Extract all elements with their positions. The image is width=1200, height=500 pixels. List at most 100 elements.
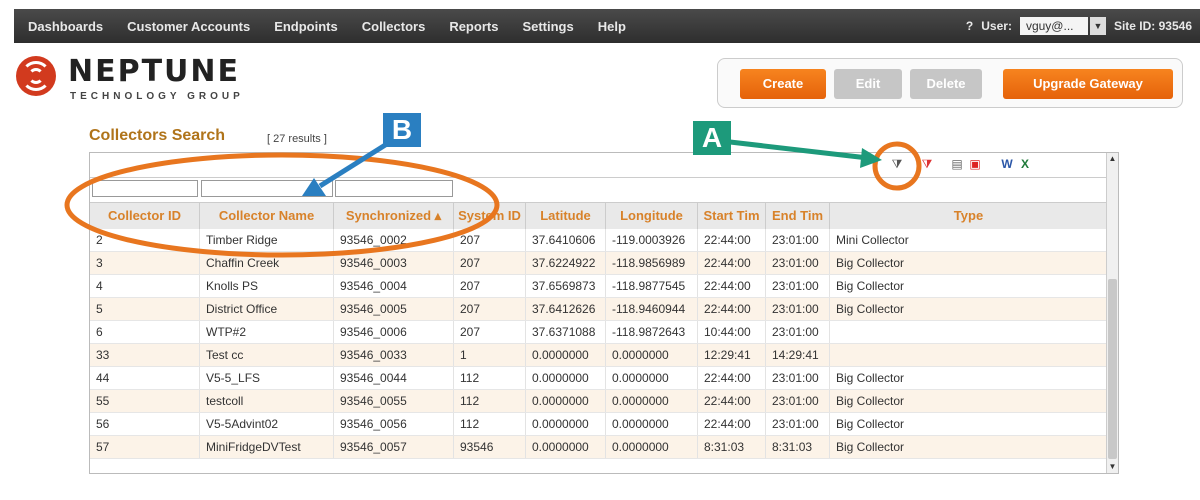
- nav-settings[interactable]: Settings: [522, 19, 573, 34]
- cell-system-id: 207: [454, 229, 526, 251]
- top-nav: Dashboards Customer Accounts Endpoints C…: [14, 9, 1200, 43]
- cell-system-id: 112: [454, 390, 526, 412]
- col-collector-name[interactable]: Collector Name: [200, 203, 334, 229]
- table-row[interactable]: 33 Test cc 93546_0033 1 0.0000000 0.0000…: [90, 344, 1108, 367]
- cell-start-time: 22:44:00: [698, 413, 766, 435]
- cell-longitude: -118.9872643: [606, 321, 698, 343]
- table-row[interactable]: 3 Chaffin Creek 93546_0003 207 37.622492…: [90, 252, 1108, 275]
- create-button[interactable]: Create: [740, 69, 826, 99]
- table-row[interactable]: 56 V5-5Advint02 93546_0056 112 0.0000000…: [90, 413, 1108, 436]
- cell-latitude: 0.0000000: [526, 413, 606, 435]
- cell-longitude: 0.0000000: [606, 390, 698, 412]
- filter-collector-id[interactable]: [92, 180, 198, 197]
- scroll-up-icon[interactable]: ▲: [1107, 153, 1118, 165]
- col-longitude[interactable]: Longitude: [606, 203, 698, 229]
- nav-reports[interactable]: Reports: [449, 19, 498, 34]
- scroll-thumb[interactable]: [1108, 279, 1117, 459]
- cell-synchronized: 93546_0002: [334, 229, 454, 251]
- cell-start-time: 22:44:00: [698, 275, 766, 297]
- chevron-down-icon[interactable]: ▼: [1089, 17, 1106, 35]
- cell-collector-name: V5-5Advint02: [200, 413, 334, 435]
- cell-end-time: 23:01:00: [766, 321, 830, 343]
- grid-toolbar: ⧩ ⧩ ▤ ▣ W X: [90, 153, 1110, 178]
- edit-button[interactable]: Edit: [834, 69, 902, 99]
- upgrade-gateway-button[interactable]: Upgrade Gateway: [1003, 69, 1173, 99]
- excel-icon[interactable]: X: [1018, 157, 1032, 171]
- nav-endpoints[interactable]: Endpoints: [274, 19, 338, 34]
- cell-type: Big Collector: [830, 390, 1108, 412]
- cell-longitude: -118.9877545: [606, 275, 698, 297]
- help-icon[interactable]: ?: [966, 19, 973, 33]
- page-title: Collectors Search: [89, 127, 226, 144]
- table-row[interactable]: 5 District Office 93546_0005 207 37.6412…: [90, 298, 1108, 321]
- cell-collector-name: testcoll: [200, 390, 334, 412]
- vertical-scrollbar[interactable]: ▲ ▼: [1106, 153, 1118, 473]
- cell-collector-id: 33: [90, 344, 200, 366]
- cell-collector-name: Timber Ridge: [200, 229, 334, 251]
- cell-collector-id: 55: [90, 390, 200, 412]
- cell-latitude: 0.0000000: [526, 390, 606, 412]
- cell-collector-name: V5-5_LFS: [200, 367, 334, 389]
- cell-collector-name: WTP#2: [200, 321, 334, 343]
- filter-row: [90, 178, 1110, 200]
- cell-collector-id: 5: [90, 298, 200, 320]
- cell-type: Big Collector: [830, 436, 1108, 458]
- cell-longitude: -119.0003926: [606, 229, 698, 251]
- table-body: 2 Timber Ridge 93546_0002 207 37.6410606…: [90, 229, 1108, 459]
- nav-right: ? User: vguy@... ▼ Site ID: 93546: [966, 9, 1200, 43]
- cell-latitude: 0.0000000: [526, 344, 606, 366]
- cell-end-time: 23:01:00: [766, 298, 830, 320]
- table-header: Collector ID Collector Name Synchronized…: [90, 202, 1108, 230]
- pdf-icon[interactable]: ▣: [968, 157, 982, 171]
- col-end-time[interactable]: End Tim: [766, 203, 830, 229]
- cell-collector-name: Test cc: [200, 344, 334, 366]
- col-collector-id[interactable]: Collector ID: [90, 203, 200, 229]
- col-type[interactable]: Type: [830, 203, 1108, 229]
- table-row[interactable]: 57 MiniFridgeDVTest 93546_0057 93546 0.0…: [90, 436, 1108, 459]
- table-row[interactable]: 6 WTP#2 93546_0006 207 37.6371088 -118.9…: [90, 321, 1108, 344]
- cell-synchronized: 93546_0005: [334, 298, 454, 320]
- cell-latitude: 37.6412626: [526, 298, 606, 320]
- cell-system-id: 207: [454, 275, 526, 297]
- filter-synchronized[interactable]: [335, 180, 453, 197]
- cell-type: [830, 344, 1108, 366]
- user-select[interactable]: vguy@...: [1019, 17, 1088, 35]
- col-latitude[interactable]: Latitude: [526, 203, 606, 229]
- toolbar-icons: ⧩ ⧩ ▤ ▣ W X: [880, 157, 1110, 173]
- nav-customer-accounts[interactable]: Customer Accounts: [127, 19, 250, 34]
- cell-collector-name: MiniFridgeDVTest: [200, 436, 334, 458]
- table-row[interactable]: 4 Knolls PS 93546_0004 207 37.6569873 -1…: [90, 275, 1108, 298]
- cell-collector-id: 3: [90, 252, 200, 274]
- cell-system-id: 1: [454, 344, 526, 366]
- cell-start-time: 22:44:00: [698, 367, 766, 389]
- cell-start-time: 22:44:00: [698, 252, 766, 274]
- filter-icon[interactable]: ⧩: [890, 157, 904, 171]
- nav-dashboards[interactable]: Dashboards: [28, 19, 103, 34]
- print-icon[interactable]: ▤: [950, 157, 964, 171]
- delete-button[interactable]: Delete: [910, 69, 982, 99]
- cell-collector-id: 6: [90, 321, 200, 343]
- cell-collector-name: District Office: [200, 298, 334, 320]
- cell-type: Big Collector: [830, 367, 1108, 389]
- cell-collector-id: 57: [90, 436, 200, 458]
- cell-type: Big Collector: [830, 252, 1108, 274]
- cell-synchronized: 93546_0057: [334, 436, 454, 458]
- cell-system-id: 112: [454, 413, 526, 435]
- cell-longitude: 0.0000000: [606, 367, 698, 389]
- word-icon[interactable]: W: [1000, 157, 1014, 171]
- col-start-time[interactable]: Start Tim: [698, 203, 766, 229]
- col-system-id[interactable]: System ID: [454, 203, 526, 229]
- cell-latitude: 0.0000000: [526, 436, 606, 458]
- cell-type: Big Collector: [830, 275, 1108, 297]
- col-synchronized[interactable]: Synchronized ▴: [334, 203, 454, 229]
- filter-collector-name[interactable]: [201, 180, 333, 197]
- table-row[interactable]: 44 V5-5_LFS 93546_0044 112 0.0000000 0.0…: [90, 367, 1108, 390]
- nav-collectors[interactable]: Collectors: [362, 19, 426, 34]
- cell-start-time: 8:31:03: [698, 436, 766, 458]
- results-count: [ 27 results ]: [267, 133, 327, 145]
- nav-help[interactable]: Help: [598, 19, 626, 34]
- table-row[interactable]: 2 Timber Ridge 93546_0002 207 37.6410606…: [90, 229, 1108, 252]
- table-row[interactable]: 55 testcoll 93546_0055 112 0.0000000 0.0…: [90, 390, 1108, 413]
- clear-filter-icon[interactable]: ⧩: [920, 157, 934, 171]
- scroll-down-icon[interactable]: ▼: [1107, 461, 1118, 473]
